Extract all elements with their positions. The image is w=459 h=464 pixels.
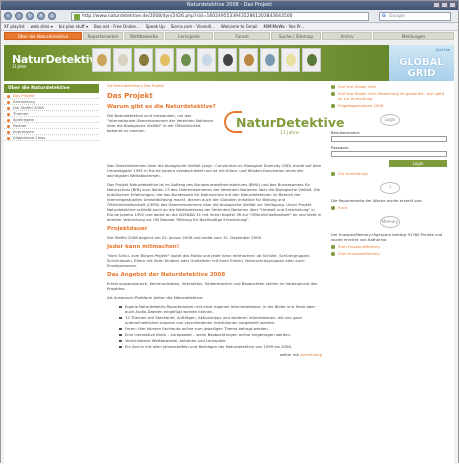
register-link[interactable]: Zur Anmeldung [331, 171, 449, 176]
list-item: Foren: Hier können Fachleute online zum … [119, 326, 322, 331]
paragraph: Als Austausch-Plattform bieten die Natur… [107, 295, 204, 300]
username-input[interactable] [331, 136, 447, 142]
bookmark-item[interactable]: XF playlist [4, 23, 25, 30]
theme-thumbnails [92, 48, 321, 72]
reporter-badge: ? [380, 182, 400, 194]
paragraph: "Vom Schul- zum Bürger-Projekt" lautet d… [107, 253, 311, 268]
bookmark-item[interactable]: Welcome to Gmail [221, 23, 258, 30]
bookmark-item[interactable]: biz plan stuff ▾ [59, 23, 88, 30]
search-input[interactable]: G Google [379, 12, 451, 21]
username-label: Benutzername: [331, 130, 361, 135]
main-content: Die Naturdetektive ▸ Das Projekt Das Pro… [107, 84, 344, 357]
theme-thumbnail[interactable] [176, 48, 195, 72]
theme-thumbnail[interactable] [218, 48, 237, 72]
favicon-icon [74, 14, 80, 20]
memory-text: Der KnospenMemory-Highscore beträgt 9176… [331, 232, 443, 242]
section-heading-jeder: Jeder kann mitmachen! [107, 244, 180, 250]
reload-icon[interactable]: ↻ [26, 12, 34, 20]
memory-badge: Memory [380, 216, 400, 228]
page-viewport: Über die Naturdetektive Reporterseiten W… [1, 31, 458, 464]
theme-thumbnail[interactable] [155, 48, 174, 72]
bookmark-item[interactable]: web sites ▾ [31, 23, 53, 30]
global-grid-badge[interactable]: Surf the GLOBAL GRID [389, 45, 454, 81]
theme-thumbnail[interactable] [260, 48, 279, 72]
theme-thumbnail[interactable] [92, 48, 111, 72]
theme-thumbnail[interactable] [113, 48, 132, 72]
knospen-memory-link[interactable]: Zum KnospenMemory [331, 251, 449, 256]
continue-link[interactable]: weiter mit Anmeldung [107, 352, 322, 357]
navigation-toolbar: ‹ › ↻ × ⌂ http://www.naturdetektive.de/2… [1, 10, 458, 23]
right-sidebar: Surf the Global Grid Surf the Global Gri… [331, 84, 449, 258]
section-heading-angebot: Das Angebot der Naturdetektive 2008 [107, 272, 226, 278]
window-title: Naturdetektive 2008 - Das Projekt [186, 2, 273, 8]
url-text: http://www.naturdetektive.de/2008/dyn/24… [82, 14, 293, 19]
paragraph: Die Staffel 2008 beginnt am 02. Januar 2… [107, 235, 263, 240]
address-bar[interactable]: http://www.naturdetektive.de/2008/dyn/24… [71, 12, 369, 21]
password-label: Passwort: [331, 145, 350, 150]
main-tabs: Über die Naturdetektive Reporterseiten W… [4, 32, 454, 40]
reporter-text: Die Reporterseite der Woche wurde erstel… [331, 198, 423, 203]
naturdetektive-logo: NaturDetektive 11 Jahre [220, 105, 344, 155]
google-icon: G [382, 14, 386, 19]
list-item: Verschiedene Wettbewerbe, Aktionen und L… [119, 338, 322, 343]
login-button[interactable]: Login [389, 160, 447, 167]
site-container: Über die Naturdetektive Reporterseiten W… [4, 32, 454, 464]
theme-thumbnail[interactable] [281, 48, 300, 72]
intro-block: Die Naturdetektive sind entstanden, um d… [107, 111, 344, 163]
bookmark-item[interactable]: MiMiMeWa - Vos Pr... [263, 23, 304, 30]
browser-window: Naturdetektive 2008 - Das Projekt ‹ › ↻ … [0, 0, 459, 464]
home-icon[interactable]: ⌂ [48, 12, 56, 20]
tab-forum[interactable]: Forum [214, 32, 270, 40]
offer-list: Eigene Naturdetektiv-Reporterseiten mit … [119, 304, 322, 349]
theme-thumbnail[interactable] [302, 48, 321, 72]
reporter-name-link[interactable]: Flora [331, 205, 449, 210]
tab-meldungen[interactable]: Meldungen [373, 32, 454, 40]
tab-wettbewerbe[interactable]: Wettbewerbe [124, 32, 164, 40]
header-banner: NaturDetektive 11 Jahre Surf the GLOBAL GR… [4, 45, 454, 81]
paragraph: Das Übereinkommen über die biologische V… [107, 163, 322, 178]
forward-arrow-icon[interactable]: › [15, 12, 23, 20]
continue-label: weiter mit [279, 352, 300, 357]
bookmark-item[interactable]: Speak Up [146, 23, 165, 30]
frosonne-memory-link[interactable]: Zum FrosonneMemory [331, 244, 449, 249]
theme-thumbnail[interactable] [134, 48, 153, 72]
stop-icon[interactable]: × [37, 12, 45, 20]
page-title: Das Projekt [107, 92, 153, 100]
login-badge: Login [380, 114, 400, 126]
list-item: 12 Themen mit Steckbrief, Aufträgen, Akt… [119, 315, 322, 325]
list-item: Eine interaktive Karte – europaweit – we… [119, 332, 322, 337]
theme-thumbnail[interactable] [197, 48, 216, 72]
title-bar: Naturdetektive 2008 - Das Projekt [1, 1, 458, 10]
theme-thumbnail[interactable] [239, 48, 258, 72]
paragraph: Das Projekt Naturdetektive ist im Auftra… [107, 182, 322, 222]
bookmark-item[interactable]: Sierra.com - Vivendi... [171, 23, 215, 30]
sidebar-link-bewertung[interactable]: Surf the Global Grid: Bewertung ist gest… [331, 91, 449, 101]
paragraph: Erfahrungsaustausch, Kommunikation, Inte… [107, 281, 318, 291]
close-button[interactable] [449, 2, 456, 8]
section-heading-dauer: Projektdauer [107, 226, 148, 232]
tab-archiv[interactable]: Archiv [322, 32, 372, 40]
bookmarks-bar: XF playlist web sites ▾ biz plan stuff ▾… [1, 23, 458, 31]
leftnav-heading: Über die Naturdetektive [4, 84, 99, 93]
list-item: Ein Archiv mit allen Jahresstaffeln und … [119, 344, 322, 349]
search-placeholder: Google [389, 14, 405, 19]
breadcrumb[interactable]: Die Naturdetektive ▸ Das Projekt [107, 84, 322, 88]
tab-ueber[interactable]: Über die Naturdetektive [4, 32, 82, 40]
sidebar-link-fragebogen[interactable]: Fragebogenaktion 2008 [331, 103, 449, 108]
back-arrow-icon[interactable]: ‹ [4, 12, 12, 20]
sidebar-link-global-grid[interactable]: Surf the Global Grid [331, 84, 449, 89]
paragraph: Die Naturdetektive sind entstanden, um d… [107, 113, 214, 133]
bookmark-item[interactable]: Box.net - Free Online... [94, 23, 140, 30]
leftnav-item-links[interactable]: Allgemeine Links [4, 135, 99, 141]
minimize-button[interactable] [433, 2, 440, 8]
site-logo[interactable]: NaturDetektive 11 Jahre [12, 53, 104, 69]
tab-lernspiele[interactable]: Lernspiele [165, 32, 213, 40]
tab-suche[interactable]: Suche / Sitemap [271, 32, 321, 40]
continue-target[interactable]: Anmeldung [300, 352, 322, 357]
tab-reporterseiten[interactable]: Reporterseiten [83, 32, 123, 40]
password-input[interactable] [331, 151, 447, 157]
left-navigation: Über die Naturdetektive Das Projekt Anme… [4, 84, 99, 141]
maximize-button[interactable] [441, 2, 448, 8]
list-item: Eigene Naturdetektiv-Reporterseiten mit … [119, 304, 322, 314]
